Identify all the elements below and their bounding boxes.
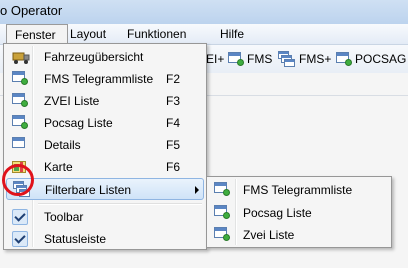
window-add-icon: [12, 93, 28, 107]
filterbare-listen-submenu: FMS Telegrammliste Pocsag Liste Zvei Lis…: [206, 176, 392, 248]
menu-item-statusleiste[interactable]: Statusleiste: [6, 228, 204, 250]
submenu-arrow-icon: [195, 186, 199, 194]
menu-item-fms-telegrammliste[interactable]: FMS Telegrammliste F2: [6, 68, 204, 90]
menu-item-label: ZVEI Liste: [44, 94, 100, 108]
shortcut-key: F6: [166, 160, 181, 174]
menu-item-fahrzeuguebersicht[interactable]: Fahrzeugübersicht: [6, 46, 204, 68]
menu-layout[interactable]: Layout: [62, 24, 114, 44]
menu-item-pocsag-liste[interactable]: Pocsag Liste F4: [6, 112, 204, 134]
window-title: o Operator: [0, 3, 63, 18]
fenster-dropdown-menu: Fahrzeugübersicht FMS Telegrammliste F2 …: [3, 43, 207, 250]
check-icon: [12, 231, 28, 247]
menu-hilfe[interactable]: Hilfe: [212, 24, 252, 44]
toolbar-zvei-plus-label: EI+: [206, 52, 225, 66]
menu-item-toolbar[interactable]: Toolbar: [6, 206, 204, 228]
menu-item-filterbare-listen[interactable]: Filterbare Listen: [6, 178, 204, 200]
menu-item-label: FMS Telegrammliste: [44, 72, 154, 86]
check-icon: [12, 209, 28, 225]
submenu-item-label: Zvei Liste: [243, 228, 295, 242]
toolbar-zvei-plus-button[interactable]: EI+: [206, 50, 224, 68]
toolbar-fms-label: FMS: [247, 52, 273, 66]
shortcut-key: F4: [166, 116, 181, 130]
annotation-circle: [2, 164, 34, 196]
stacked-windows-icon: [278, 51, 296, 67]
window-add-icon: [228, 52, 244, 66]
menu-item-details[interactable]: Details F5: [6, 134, 204, 156]
window-add-icon: [214, 205, 230, 219]
shortcut-key: F2: [166, 72, 181, 86]
window-add-icon: [214, 227, 230, 241]
submenu-item-pocsag-liste[interactable]: Pocsag Liste: [209, 202, 389, 224]
menu-item-karte[interactable]: Karte F6: [6, 156, 204, 178]
menu-item-label: Filterbare Listen: [45, 183, 132, 197]
window-add-icon: [214, 182, 230, 196]
menu-item-label: Pocsag Liste: [44, 116, 113, 130]
submenu-item-label: FMS Telegrammliste: [243, 183, 353, 197]
toolbar-fms-plus-button[interactable]: FMS+: [278, 50, 331, 68]
menu-item-label: Details: [44, 138, 81, 152]
shortcut-key: F3: [166, 94, 181, 108]
submenu-item-label: Pocsag Liste: [243, 206, 312, 220]
window-add-icon: [12, 71, 28, 85]
window-add-icon: [12, 115, 28, 129]
shortcut-key: F5: [166, 138, 181, 152]
submenu-item-fms-telegrammliste[interactable]: FMS Telegrammliste: [209, 179, 389, 201]
toolbar-fms-button[interactable]: FMS: [228, 50, 272, 68]
toolbar-fms-plus-label: FMS+: [299, 52, 332, 66]
menu-separator: [38, 203, 202, 205]
submenu-item-zvei-liste[interactable]: Zvei Liste: [209, 224, 389, 246]
menu-item-label: Karte: [44, 160, 73, 174]
window-add-icon: [336, 52, 352, 66]
toolbar-pocsag-button[interactable]: POCSAG: [336, 50, 406, 68]
menu-bar: Fenster Layout Funktionen Hilfe: [0, 24, 408, 45]
menu-item-label: Fahrzeugübersicht: [44, 50, 144, 64]
menu-funktionen[interactable]: Funktionen: [119, 24, 194, 44]
window-icon: [12, 137, 28, 151]
menu-item-label: Statusleiste: [44, 232, 107, 246]
title-bar: o Operator: [0, 0, 408, 24]
menu-fenster[interactable]: Fenster: [6, 24, 68, 44]
menu-item-zvei-liste[interactable]: ZVEI Liste F3: [6, 90, 204, 112]
menu-item-label: Toolbar: [44, 210, 84, 224]
toolbar-pocsag-label: POCSAG: [355, 52, 407, 66]
